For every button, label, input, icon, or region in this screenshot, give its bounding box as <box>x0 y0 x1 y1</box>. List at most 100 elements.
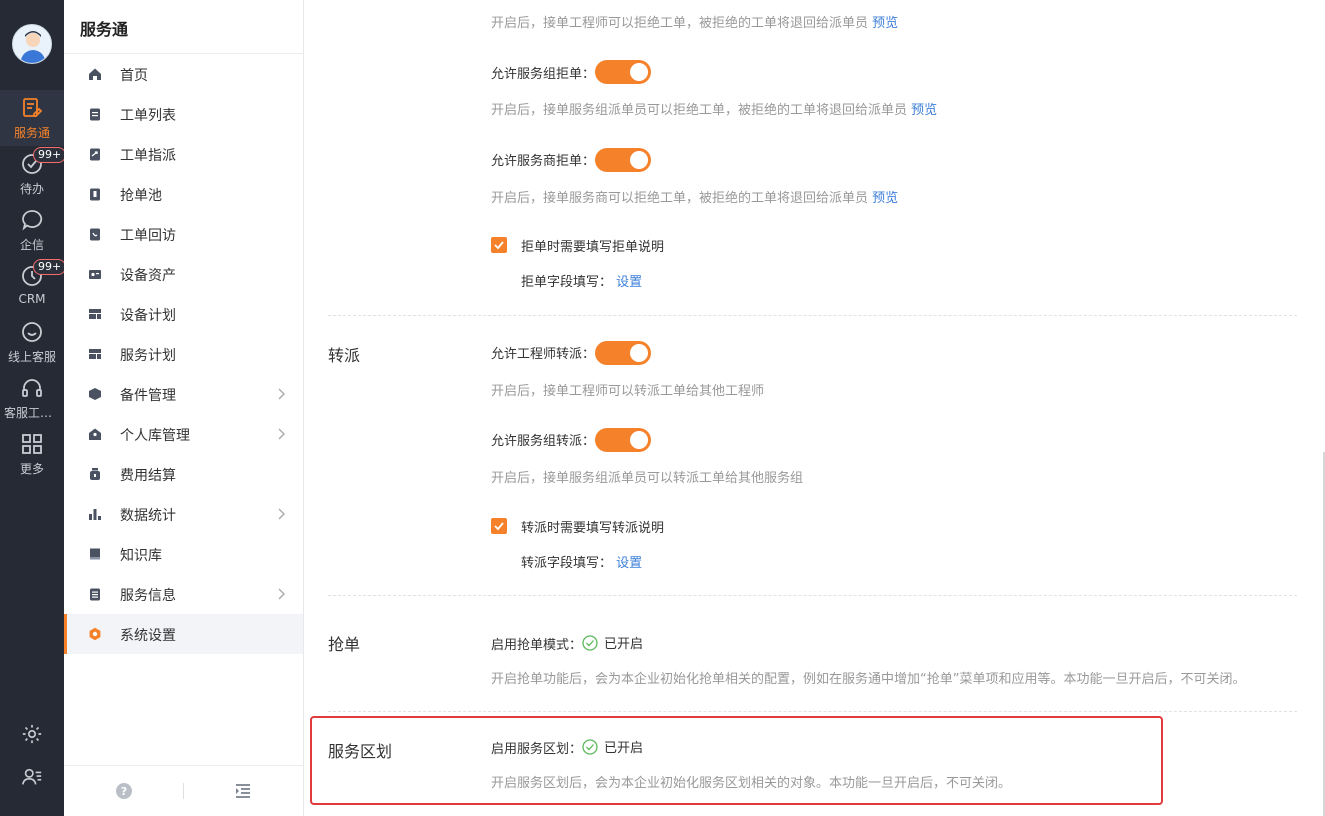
grid-icon <box>22 434 42 454</box>
clipboard-icon <box>90 108 100 121</box>
preview-link[interactable]: 预览 <box>872 191 898 206</box>
sidebar-item-ticket-assign[interactable]: 工单指派 <box>64 134 303 174</box>
grab-mode-label: 启用抢单模式： <box>491 638 583 653</box>
transfer-field-set-link[interactable]: 设置 <box>616 556 642 571</box>
rail-item-online-service[interactable]: 线上客服 <box>0 314 64 370</box>
rail-settings-button[interactable] <box>0 720 64 750</box>
help-icon[interactable]: ? <box>115 782 133 800</box>
sidebar-item-expense[interactable]: 费用结算 <box>64 454 303 494</box>
device-plan-icon <box>89 309 101 319</box>
settings-content: 开启后，接单工程师可以拒绝工单，被拒绝的工单将退回给派单员 预览 允许服务组拒单… <box>304 0 1325 816</box>
check-circle-icon <box>582 635 598 651</box>
provider-reject-toggle[interactable] <box>595 148 651 172</box>
transfer-note-label: 转派时需要填写转派说明 <box>521 521 665 536</box>
sidebar-item-home[interactable]: 首页 <box>64 54 303 94</box>
engineer-reject-desc: 开启后，接单工程师可以拒绝工单，被拒绝的工单将退回给派单员 预览 <box>491 16 899 31</box>
sidebar-item-device-assets[interactable]: 设备资产 <box>64 254 303 294</box>
section-divider <box>328 711 1297 712</box>
svg-text:?: ? <box>121 785 127 798</box>
reject-note-checkbox[interactable] <box>491 237 507 253</box>
sidebar-item-knowledge[interactable]: 知识库 <box>64 534 303 574</box>
rail-item-crm[interactable]: 99+ CRM <box>0 258 67 314</box>
section-title-transfer: 转派 <box>328 346 361 365</box>
home-icon <box>89 68 101 80</box>
reject-field-set-link[interactable]: 设置 <box>616 275 642 290</box>
sidebar-item-grab-pool[interactable]: 抢单池 <box>64 174 303 214</box>
group-transfer-toggle[interactable] <box>595 428 651 452</box>
warehouse-icon <box>89 428 101 440</box>
engineer-transfer-toggle[interactable] <box>595 341 651 365</box>
rail-item-service[interactable]: 服务通 <box>0 90 64 146</box>
rail-item-chat[interactable]: 企信 <box>0 202 64 258</box>
grab-mode-desc: 开启抢单功能后，会为本企业初始化抢单相关的配置，例如在服务通中增加“抢单”菜单项… <box>491 672 1246 687</box>
sidebar-title: 服务通 <box>80 20 129 39</box>
section-title-grab: 抢单 <box>328 635 361 654</box>
engineer-transfer-desc: 开启后，接单工程师可以转派工单给其他工程师 <box>491 384 765 399</box>
bar-chart-icon <box>89 509 101 520</box>
provider-reject-desc: 开启后，接单服务商可以拒绝工单，被拒绝的工单将退回给派单员 预览 <box>491 191 899 206</box>
book-icon <box>90 548 100 560</box>
online-service-icon <box>22 322 42 342</box>
group-reject-toggle[interactable] <box>595 60 651 84</box>
pool-icon <box>90 188 100 201</box>
reject-field-row: 拒单字段填写： 设置 <box>521 275 643 290</box>
asset-icon <box>89 270 101 279</box>
checkmark-icon <box>494 241 504 250</box>
sidebar-item-device-plan[interactable]: 设备计划 <box>64 294 303 334</box>
headset-icon <box>22 379 42 397</box>
transfer-field-row: 转派字段填写： 设置 <box>521 556 643 571</box>
sidebar-item-statistics[interactable]: 数据统计 <box>64 494 303 534</box>
chevron-right-icon <box>278 428 285 440</box>
service-icon <box>23 98 43 117</box>
rail-user-button[interactable] <box>0 763 64 793</box>
money-bag-icon <box>90 468 100 480</box>
sidebar-item-ticket-list[interactable]: 工单列表 <box>64 94 303 134</box>
sidebar-item-personal-warehouse[interactable]: 个人库管理 <box>64 414 303 454</box>
chevron-right-icon <box>278 388 285 400</box>
checkmark-icon <box>494 522 504 531</box>
engineer-transfer-label: 允许工程师转派： <box>491 347 596 362</box>
app-window: 服务通 99+ 待办 企信 99+ CRM 线上客服 客服工作台 更多 服务通 … <box>0 0 1325 816</box>
check-circle-icon <box>582 739 598 755</box>
highlight-box <box>310 716 1163 805</box>
sidebar-item-service-info[interactable]: 服务信息 <box>64 574 303 614</box>
reject-note-label: 拒单时需要填写拒单说明 <box>521 240 665 255</box>
rail-item-todo[interactable]: 99+ 待办 <box>0 146 67 202</box>
service-plan-icon <box>89 349 101 359</box>
settings-icon <box>89 627 101 641</box>
gear-icon <box>22 724 42 744</box>
group-reject-desc: 开启后，接单服务组派单员可以拒绝工单，被拒绝的工单将退回给派单员 预览 <box>491 103 938 118</box>
rail-item-more[interactable]: 更多 <box>0 426 64 482</box>
service-zone-status: 已开启 <box>582 737 643 756</box>
service-zone-desc: 开启服务区划后，会为本企业初始化服务区划相关的对象。本功能一旦开启后，不可关闭。 <box>491 776 1012 791</box>
group-transfer-label: 允许服务组转派： <box>491 434 596 449</box>
preview-link[interactable]: 预览 <box>911 103 937 118</box>
sidebar-footer: ? <box>64 765 304 816</box>
transfer-note-checkbox[interactable] <box>491 518 507 534</box>
avatar[interactable] <box>12 24 52 64</box>
assign-icon <box>90 148 100 161</box>
todo-badge: 99+ <box>33 147 67 163</box>
user-list-icon <box>22 768 42 785</box>
sidebar-item-parts[interactable]: 备件管理 <box>64 374 303 414</box>
sidebar: 服务通 首页 工单列表 工单指派 抢单池 工单回访 设备资产 设备计划 服务计划… <box>64 0 304 816</box>
provider-reject-label: 允许服务商拒单： <box>491 154 596 169</box>
section-title-service-zone: 服务区划 <box>328 742 393 761</box>
app-rail: 服务通 99+ 待办 企信 99+ CRM 线上客服 客服工作台 更多 <box>0 0 67 816</box>
chat-icon <box>22 210 43 231</box>
section-divider <box>328 595 1297 596</box>
sidebar-item-system-settings[interactable]: 系统设置 <box>64 614 303 654</box>
chevron-right-icon <box>278 508 285 520</box>
footer-divider <box>183 783 184 799</box>
revisit-icon <box>90 228 100 241</box>
section-divider <box>328 315 1297 316</box>
info-list-icon <box>90 588 100 601</box>
service-zone-label: 启用服务区划： <box>491 742 583 757</box>
sidebar-item-ticket-revisit[interactable]: 工单回访 <box>64 214 303 254</box>
rail-item-headset[interactable]: 客服工作台 <box>0 370 64 426</box>
collapse-menu-icon[interactable] <box>234 782 252 800</box>
grab-mode-status: 已开启 <box>582 633 643 652</box>
parts-icon <box>89 388 101 400</box>
preview-link[interactable]: 预览 <box>872 16 898 31</box>
sidebar-item-service-plan[interactable]: 服务计划 <box>64 334 303 374</box>
